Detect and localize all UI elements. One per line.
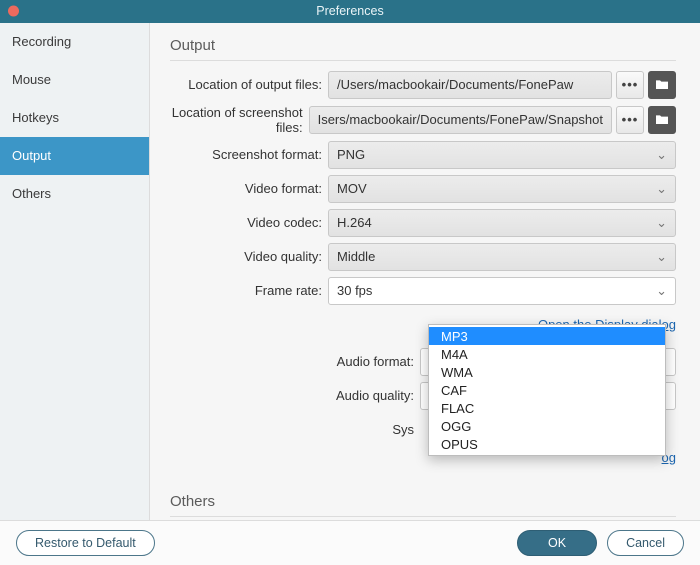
- open-folder-button-screenshot[interactable]: [648, 106, 676, 134]
- sidebar-item-label: Output: [12, 148, 51, 163]
- video-codec-value: H.264: [337, 215, 372, 230]
- browse-button-screenshot[interactable]: •••: [616, 106, 644, 134]
- label-screenshot-format: Screenshot format:: [170, 147, 328, 162]
- video-format-value: MOV: [337, 181, 367, 196]
- video-format-select[interactable]: MOV ⌄: [328, 175, 676, 203]
- button-label: OK: [548, 536, 566, 550]
- video-quality-value: Middle: [337, 249, 375, 264]
- output-location-field[interactable]: /Users/macbookair/Documents/FonePaw: [328, 71, 612, 99]
- sidebar-item-output[interactable]: Output: [0, 137, 149, 175]
- dropdown-item-m4a[interactable]: M4A: [429, 345, 665, 363]
- browse-button-output[interactable]: •••: [616, 71, 644, 99]
- sidebar-item-mouse[interactable]: Mouse: [0, 61, 149, 99]
- label-screenshot-location: Location of screenshot files:: [170, 105, 309, 135]
- dropdown-item-label: CAF: [441, 383, 467, 398]
- label-output-location: Location of output files:: [170, 77, 328, 92]
- screenshot-location-field[interactable]: Isers/macbookair/Documents/FonePaw/Snaps…: [309, 106, 612, 134]
- restore-default-button[interactable]: Restore to Default: [16, 530, 155, 556]
- output-location-value: /Users/macbookair/Documents/FonePaw: [337, 77, 573, 92]
- dropdown-item-label: OPUS: [441, 437, 478, 452]
- footer: Restore to Default OK Cancel: [0, 520, 700, 565]
- label-video-codec: Video codec:: [170, 215, 328, 230]
- window-title: Preferences: [316, 4, 383, 18]
- chevron-down-icon: ⌄: [656, 147, 667, 163]
- sidebar-item-recording[interactable]: Recording: [0, 23, 149, 61]
- dropdown-item-wma[interactable]: WMA: [429, 363, 665, 381]
- close-icon[interactable]: [8, 6, 19, 17]
- button-label: Restore to Default: [35, 536, 136, 550]
- dropdown-item-flac[interactable]: FLAC: [429, 399, 665, 417]
- dropdown-item-label: MP3: [441, 329, 468, 344]
- frame-rate-value: 30 fps: [337, 283, 372, 298]
- dropdown-item-label: WMA: [441, 365, 473, 380]
- label-video-quality: Video quality:: [170, 249, 328, 264]
- label-audio-quality: Audio quality:: [170, 388, 420, 403]
- screenshot-format-value: PNG: [337, 147, 365, 162]
- label-frame-rate: Frame rate:: [170, 283, 328, 298]
- label-sys-partial: Sys: [170, 422, 420, 437]
- dropdown-item-opus[interactable]: OPUS: [429, 435, 665, 453]
- ellipsis-icon: •••: [622, 77, 639, 92]
- sidebar-item-label: Others: [12, 186, 51, 201]
- dropdown-item-mp3[interactable]: MP3: [429, 327, 665, 345]
- folder-icon: [654, 112, 670, 128]
- label-audio-format: Audio format:: [170, 354, 420, 369]
- dropdown-item-label: M4A: [441, 347, 468, 362]
- dropdown-item-label: FLAC: [441, 401, 474, 416]
- section-title-others: Others: [170, 491, 676, 517]
- sidebar-item-others[interactable]: Others: [0, 175, 149, 213]
- dropdown-item-label: OGG: [441, 419, 471, 434]
- video-quality-select[interactable]: Middle ⌄: [328, 243, 676, 271]
- sidebar-item-label: Mouse: [12, 72, 51, 87]
- dropdown-item-caf[interactable]: CAF: [429, 381, 665, 399]
- open-folder-button-output[interactable]: [648, 71, 676, 99]
- button-label: Cancel: [626, 536, 665, 550]
- sidebar-item-hotkeys[interactable]: Hotkeys: [0, 99, 149, 137]
- audio-format-dropdown[interactable]: MP3 M4A WMA CAF FLAC OGG OPUS: [428, 324, 666, 456]
- sidebar-item-label: Hotkeys: [12, 110, 59, 125]
- label-video-format: Video format:: [170, 181, 328, 196]
- chevron-down-icon: ⌄: [656, 283, 667, 299]
- ellipsis-icon: •••: [622, 112, 639, 127]
- video-codec-select[interactable]: H.264 ⌄: [328, 209, 676, 237]
- chevron-down-icon: ⌄: [656, 215, 667, 231]
- screenshot-location-value: Isers/macbookair/Documents/FonePaw/Snaps…: [318, 112, 603, 127]
- sidebar-item-label: Recording: [12, 34, 71, 49]
- dropdown-item-ogg[interactable]: OGG: [429, 417, 665, 435]
- sidebar: Recording Mouse Hotkeys Output Others: [0, 23, 150, 520]
- screenshot-format-select[interactable]: PNG ⌄: [328, 141, 676, 169]
- ok-button[interactable]: OK: [517, 530, 597, 556]
- folder-icon: [654, 77, 670, 93]
- chevron-down-icon: ⌄: [656, 249, 667, 265]
- titlebar: Preferences: [0, 0, 700, 23]
- section-title-output: Output: [170, 35, 676, 61]
- cancel-button[interactable]: Cancel: [607, 530, 684, 556]
- chevron-down-icon: ⌄: [656, 181, 667, 197]
- frame-rate-select[interactable]: 30 fps ⌄: [328, 277, 676, 305]
